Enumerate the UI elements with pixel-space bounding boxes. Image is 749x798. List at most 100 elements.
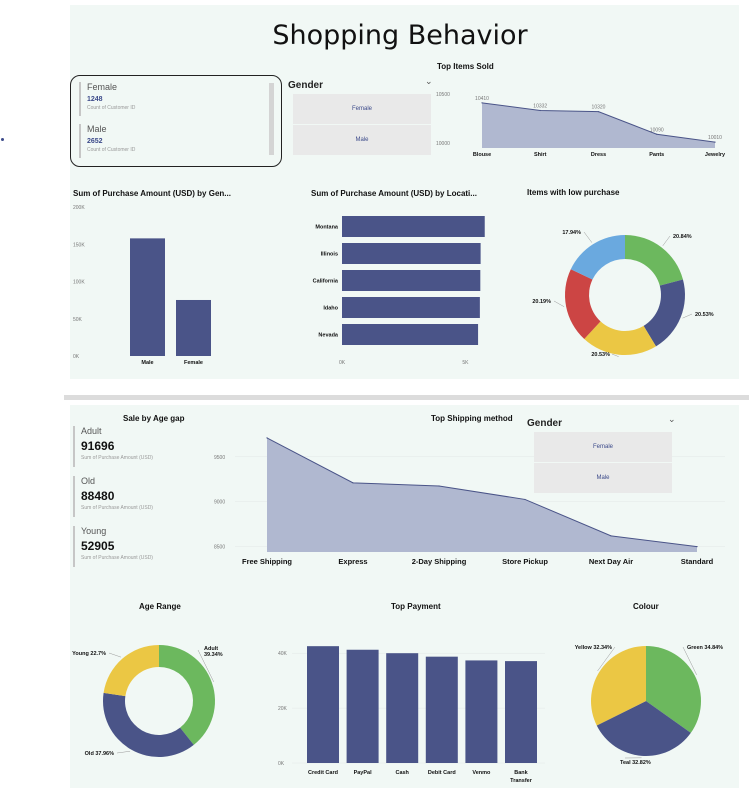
top-items-title: Top Items Sold bbox=[437, 62, 494, 71]
leader-line bbox=[583, 231, 593, 243]
leader-line bbox=[553, 300, 565, 307]
card-sub: Count of Customer ID bbox=[87, 147, 136, 153]
bar bbox=[346, 649, 379, 763]
pie-slice bbox=[159, 645, 216, 745]
data-label: Old 37.96% bbox=[85, 751, 114, 757]
data-label: 10010 bbox=[708, 135, 722, 141]
slicer-item-female[interactable]: Female bbox=[534, 432, 672, 462]
purchase-location-chart: Montana Illinois California Idaho Nevada 0K 5K bbox=[313, 216, 485, 366]
data-label: 10320 bbox=[592, 105, 606, 111]
shipping-title: Top Shipping method bbox=[431, 414, 513, 423]
bar bbox=[465, 660, 498, 763]
data-point bbox=[524, 498, 526, 501]
x-tick-label: 0K bbox=[339, 360, 346, 366]
leader-line bbox=[662, 235, 671, 246]
data-label: 10410 bbox=[475, 96, 489, 102]
top-items-chart: 10500 10000 10410 Blouse 10332 Shirt 10320 Dres… bbox=[436, 92, 726, 158]
x-tick-label: Standard bbox=[681, 557, 714, 566]
data-label: 20.19% bbox=[532, 299, 551, 305]
purchase-gender-title: Sum of Purchase Amount (USD) by Gen... bbox=[73, 189, 231, 198]
data-point bbox=[597, 111, 600, 113]
data-point bbox=[696, 546, 698, 548]
bar bbox=[307, 646, 339, 763]
slicer-item-male[interactable]: Male bbox=[534, 463, 672, 493]
kpi-sub: Sum of Purchase Amount (USD) bbox=[81, 455, 153, 461]
y-tick-label: Idaho bbox=[323, 306, 338, 312]
y-tick-label: 100K bbox=[73, 280, 85, 286]
data-point bbox=[610, 535, 612, 537]
bar bbox=[425, 656, 458, 763]
x-tick-label: 2-Day Shipping bbox=[412, 557, 467, 566]
y-tick-label: 40K bbox=[278, 651, 288, 657]
data-label: 10332 bbox=[533, 103, 547, 109]
kpi-label: Adult bbox=[81, 426, 102, 436]
age-range-title: Age Range bbox=[139, 602, 181, 611]
data-label: 17.94% bbox=[562, 230, 581, 236]
x-tick-label: Male bbox=[141, 360, 153, 366]
x-tick-label: Venmo bbox=[472, 770, 491, 776]
purchase-gender-chart: 200K 150K 100K 50K 0K Male Female bbox=[73, 205, 211, 366]
card-scrollbar[interactable] bbox=[269, 83, 274, 155]
x-tick-label: Female bbox=[184, 360, 203, 366]
kpi-adult: Adult 91696 Sum of Purchase Amount (USD) bbox=[73, 426, 201, 467]
kpi-label: Old bbox=[81, 476, 96, 486]
colour-chart: Green 34.84% Teal 32.82% Yellow 32.34% bbox=[575, 645, 723, 766]
data-point bbox=[714, 141, 716, 143]
data-label: Teal 32.82% bbox=[620, 760, 651, 766]
card-label: Female bbox=[87, 82, 118, 92]
x-tick-label: Bank bbox=[514, 770, 528, 776]
x-tick-label: Blouse bbox=[473, 152, 491, 158]
y-tick-label: Montana bbox=[315, 225, 339, 231]
data-label: Young 22.7% bbox=[72, 651, 106, 657]
slicer-title: Gender bbox=[288, 80, 324, 91]
card-label: Male bbox=[87, 124, 107, 134]
data-point bbox=[539, 109, 541, 112]
payment-title: Top Payment bbox=[391, 602, 441, 611]
kpi-old: Old 88480 Sum of Purchase Amount (USD) bbox=[73, 476, 201, 517]
x-tick-label: Express bbox=[338, 557, 367, 566]
x-tick-label: Dress bbox=[591, 152, 606, 158]
card-male: Male 2652 Count of Customer ID bbox=[79, 124, 257, 158]
x-tick-label: Shirt bbox=[534, 152, 547, 158]
low-purchase-chart: 20.84% 20.53% 20.53% 20.19% 17.94% bbox=[532, 230, 713, 358]
y-tick-label: 8500 bbox=[214, 545, 225, 551]
data-label: 39.34% bbox=[204, 652, 223, 658]
data-point bbox=[352, 482, 354, 484]
x-tick-label: PayPal bbox=[354, 770, 373, 776]
y-tick-label: Illinois bbox=[321, 252, 338, 258]
x-tick-label: Free Shipping bbox=[242, 557, 292, 566]
slicer-item-female[interactable]: Female bbox=[293, 94, 431, 124]
section-divider bbox=[64, 395, 749, 400]
y-tick-label: 9500 bbox=[214, 455, 225, 461]
card-value: 2652 bbox=[87, 138, 103, 145]
x-tick-label: Jewelry bbox=[705, 152, 726, 158]
gender-cards: Female 1248 Count of Customer ID Male 26… bbox=[70, 75, 282, 167]
payment-chart: 40K 20K 0K Credit Card PayPal Cash Debit Card V… bbox=[278, 646, 545, 784]
pie-slice bbox=[103, 645, 159, 697]
chevron-down-icon[interactable]: ⌄ bbox=[425, 76, 433, 87]
slicer-item-male[interactable]: Male bbox=[293, 125, 431, 155]
side-dot bbox=[1, 138, 4, 141]
kpi-label: Young bbox=[81, 526, 107, 536]
slicer-title: Gender bbox=[527, 418, 563, 429]
bar bbox=[130, 238, 165, 356]
card-value: 1248 bbox=[87, 96, 103, 103]
y-tick-label: 50K bbox=[73, 317, 83, 323]
kpi-value: 52905 bbox=[81, 539, 115, 553]
chevron-down-icon[interactable]: ⌄ bbox=[668, 414, 676, 425]
x-tick-label: Debit Card bbox=[428, 770, 456, 776]
data-point bbox=[656, 133, 658, 135]
data-label: Green 34.84% bbox=[687, 645, 723, 651]
bar bbox=[342, 297, 480, 318]
colour-title: Colour bbox=[633, 602, 659, 611]
card-female: Female 1248 Count of Customer ID bbox=[79, 82, 257, 116]
x-tick-label: Next Day Air bbox=[589, 557, 633, 566]
y-tick-label: 10000 bbox=[436, 141, 450, 147]
y-tick-label: 200K bbox=[73, 205, 85, 211]
low-purchase-title: Items with low purchase bbox=[527, 188, 620, 197]
y-tick-label: 0K bbox=[73, 354, 80, 360]
y-tick-label: 0K bbox=[278, 761, 285, 767]
y-tick-label: 20K bbox=[278, 706, 288, 712]
bar bbox=[342, 243, 481, 264]
x-tick-label: Transfer bbox=[510, 778, 533, 784]
